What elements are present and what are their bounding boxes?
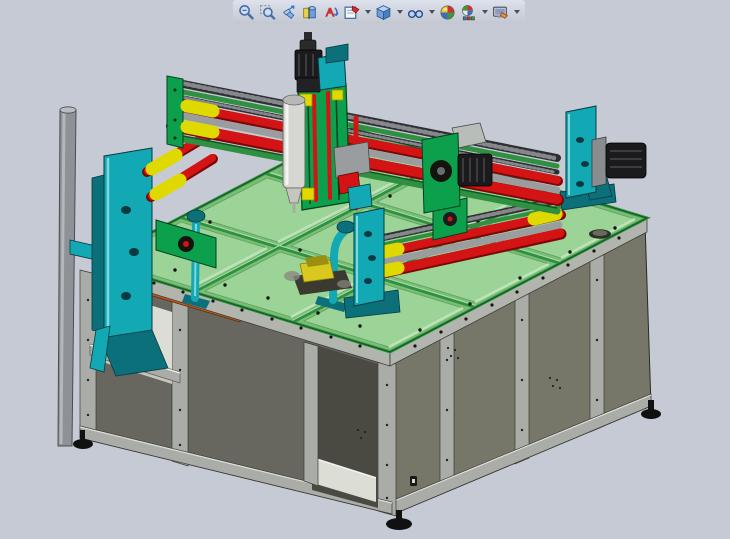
y-axis-motor[interactable]	[592, 137, 646, 187]
zoom-in-out-button[interactable]	[237, 3, 256, 22]
display-style-icon	[375, 4, 392, 21]
edit-appearance-icon	[460, 4, 477, 21]
table-hole-ring	[589, 229, 611, 239]
apply-scene-icon	[439, 4, 456, 21]
zoom-to-area-button[interactable]	[258, 3, 277, 22]
edit-appearance-dropdown[interactable]	[480, 3, 489, 22]
hide-show-items-icon	[407, 4, 424, 21]
zoom-in-out-icon	[238, 4, 255, 21]
previous-view-icon	[280, 4, 297, 21]
front-bay[interactable]	[304, 342, 378, 508]
view-orientation-dropdown[interactable]	[363, 3, 372, 22]
rotate-view-button[interactable]	[321, 3, 340, 22]
section-view-button[interactable]	[300, 3, 319, 22]
model-viewport[interactable]	[0, 0, 730, 539]
hide-show-items-dropdown[interactable]	[427, 3, 436, 22]
view-orientation-icon	[343, 4, 360, 21]
view-settings-button[interactable]	[491, 3, 510, 22]
x-axis-motor[interactable]	[458, 154, 492, 186]
apply-scene-button[interactable]	[438, 3, 457, 22]
cad-application-viewport-background	[0, 0, 730, 539]
section-view-icon	[301, 4, 318, 21]
view-orientation-button[interactable]	[342, 3, 361, 22]
display-style-dropdown[interactable]	[395, 3, 404, 22]
zoom-to-area-icon	[259, 4, 276, 21]
view-settings-dropdown[interactable]	[512, 3, 521, 22]
rotate-view-icon	[322, 4, 339, 21]
display-style-button[interactable]	[374, 3, 393, 22]
previous-view-button[interactable]	[279, 3, 298, 22]
back-right-rail-stand[interactable]	[560, 106, 646, 210]
edit-appearance-button[interactable]	[459, 3, 478, 22]
hide-show-items-button[interactable]	[406, 3, 425, 22]
view-settings-icon	[492, 4, 509, 21]
view-toolbar	[233, 0, 525, 24]
